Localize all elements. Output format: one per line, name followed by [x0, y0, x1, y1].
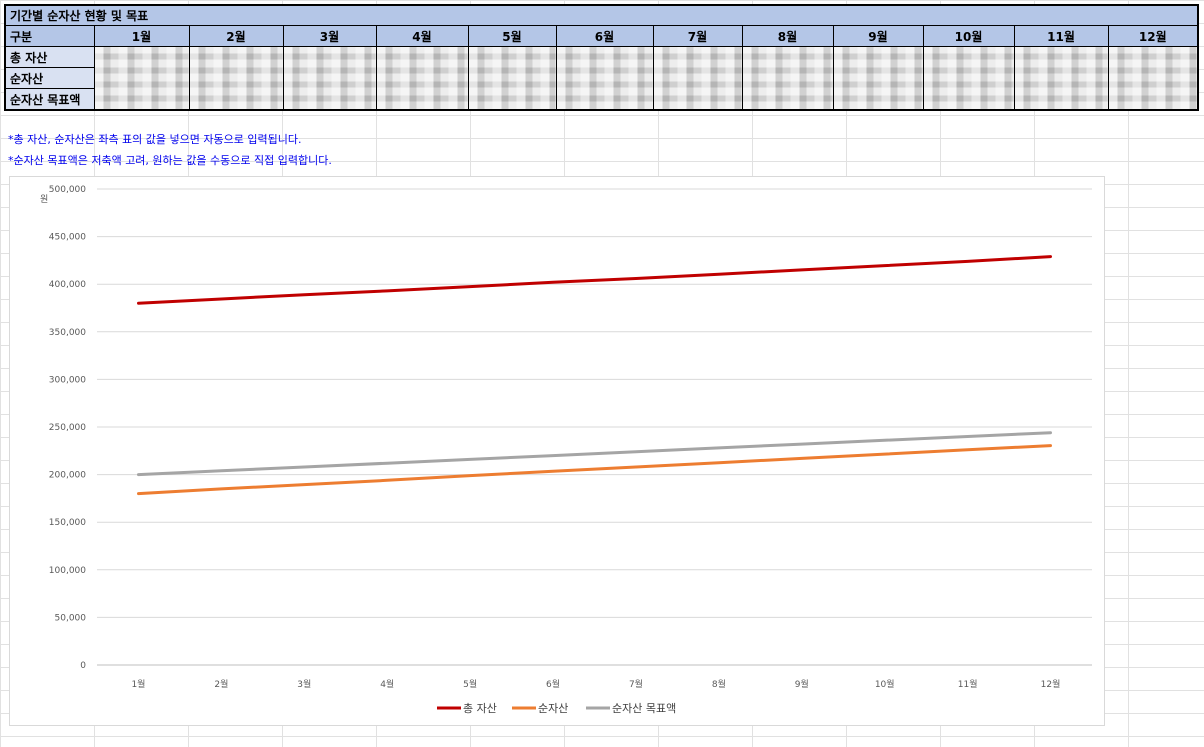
- x-tick-label: 4월: [380, 678, 394, 690]
- series-line-0: [137, 255, 1052, 305]
- month-header-cell[interactable]: 7월: [652, 25, 743, 47]
- y-tick-label: 250,000: [49, 423, 86, 433]
- x-tick-label: 1월: [131, 678, 145, 690]
- x-tick-label: 3월: [297, 678, 311, 690]
- redacted-value-cell[interactable]: [652, 46, 743, 110]
- row-label-net-asset-target[interactable]: 순자산 목표액: [4, 88, 95, 111]
- month-header-cell[interactable]: 8월: [741, 25, 834, 47]
- month-header-cell[interactable]: 2월: [188, 25, 284, 47]
- month-header-cell[interactable]: 10월: [922, 25, 1015, 47]
- y-tick-label: 150,000: [49, 518, 86, 528]
- month-header-cell[interactable]: 11월: [1013, 25, 1109, 47]
- x-tick-label: 7월: [629, 678, 643, 690]
- x-tick-label: 9월: [795, 678, 809, 690]
- y-tick-label: 50,000: [55, 613, 87, 623]
- x-tick-label: 12월: [1041, 678, 1061, 690]
- y-tick-label: 450,000: [49, 233, 86, 243]
- month-header-cell[interactable]: 4월: [375, 25, 469, 47]
- redacted-value-cell[interactable]: [188, 46, 284, 110]
- redacted-value-cell[interactable]: [741, 46, 834, 110]
- note-manual-input[interactable]: *순자산 목표액은 저축액 고려, 원하는 값을 수동으로 직접 입력합니다.: [8, 152, 332, 168]
- month-header-cell[interactable]: 12월: [1107, 25, 1199, 47]
- redacted-value-cell[interactable]: [93, 46, 190, 110]
- redacted-value-cell[interactable]: [1107, 46, 1199, 110]
- month-header-cell[interactable]: 6월: [555, 25, 654, 47]
- legend-label: 총 자산: [463, 702, 497, 715]
- note-auto-input[interactable]: *총 자산, 순자산은 좌측 표의 값을 넣으면 자동으로 입력됩니다.: [8, 131, 301, 147]
- month-header-cell[interactable]: 3월: [282, 25, 377, 47]
- redacted-value-cell[interactable]: [467, 46, 557, 110]
- redacted-value-cell[interactable]: [375, 46, 469, 110]
- month-header-cell[interactable]: 9월: [832, 25, 924, 47]
- x-tick-label: 2월: [214, 678, 228, 690]
- x-tick-label: 8월: [712, 678, 726, 690]
- asset-summary-table: 기간별 순자산 현황 및 목표 구분 1월 2월 3월 4월 5월 6월 7월 …: [4, 4, 1200, 111]
- legend-label: 순자산: [538, 702, 568, 715]
- redacted-value-cell[interactable]: [282, 46, 377, 110]
- y-tick-label: 350,000: [49, 328, 86, 338]
- month-header-cell[interactable]: 5월: [467, 25, 557, 47]
- y-axis-unit-label: 원: [40, 194, 48, 205]
- x-tick-label: 11월: [958, 678, 978, 690]
- x-tick-label: 5월: [463, 678, 477, 690]
- header-label-cell[interactable]: 구분: [4, 25, 95, 47]
- redacted-value-cell[interactable]: [1013, 46, 1109, 110]
- table-title[interactable]: 기간별 순자산 현황 및 목표: [4, 4, 1199, 26]
- month-header-row: 구분 1월 2월 3월 4월 5월 6월 7월 8월 9월 10월 11월 12…: [4, 25, 1199, 47]
- x-tick-label: 10월: [875, 678, 895, 690]
- y-tick-label: 400,000: [49, 280, 86, 290]
- redacted-value-cell[interactable]: [832, 46, 924, 110]
- chart-canvas: 0 50,000 100,000 150,000 200,000 250,000 300,0…: [40, 185, 1092, 715]
- month-header-cell[interactable]: 1월: [93, 25, 190, 47]
- row-label-total-assets[interactable]: 총 자산: [4, 46, 95, 68]
- redacted-value-cell[interactable]: [922, 46, 1015, 110]
- y-tick-label: 200,000: [49, 471, 86, 481]
- row-label-net-assets[interactable]: 순자산: [4, 67, 95, 89]
- table-row: 총 자산: [4, 46, 1199, 110]
- y-tick-label: 0: [80, 661, 86, 671]
- redacted-value-cell[interactable]: [555, 46, 654, 110]
- net-asset-line-chart[interactable]: 0 50,000 100,000 150,000 200,000 250,000 300,0…: [9, 176, 1105, 726]
- y-tick-label: 500,000: [49, 185, 86, 195]
- y-tick-label: 100,000: [49, 566, 86, 576]
- y-tick-label: 300,000: [49, 375, 86, 385]
- legend-label: 순자산 목표액: [612, 702, 676, 715]
- x-tick-label: 6월: [546, 678, 560, 690]
